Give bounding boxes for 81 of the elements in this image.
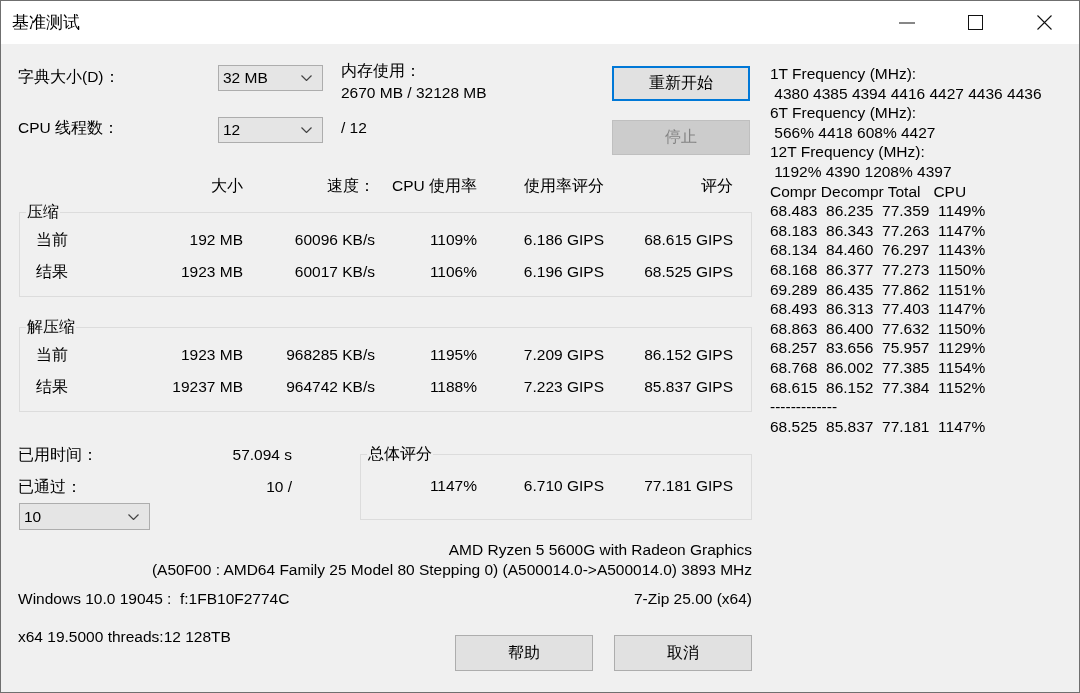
table-cell: 85.837 GIPS <box>644 378 733 396</box>
dictionary-size-label: 字典大小(D)： <box>18 67 120 87</box>
table-cell: 1109% <box>429 231 477 249</box>
table-cell: 1923 MB <box>180 263 243 281</box>
table-cell: 19237 MB <box>172 378 243 396</box>
column-header: 评分 <box>701 176 733 196</box>
log-line: 68.168 86.377 77.273 1150% <box>770 259 986 280</box>
log-line: 1T Frequency (MHz): <box>770 64 917 84</box>
column-header: 使用率评分 <box>524 176 604 196</box>
table-cell: 6.196 GIPS <box>523 263 604 281</box>
log-line: 68.615 86.152 77.384 1152% <box>770 377 986 398</box>
table-cell: 1188% <box>429 378 477 396</box>
chevron-down-icon <box>301 127 312 133</box>
version-text: 7-Zip 25.00 (x64) <box>633 589 752 609</box>
log-line: 68.863 86.400 77.632 1150% <box>770 318 986 339</box>
elapsed-time-value: 57.094 s <box>232 446 292 464</box>
log-line: 68.134 84.460 76.297 1143% <box>770 240 986 260</box>
cancel-button[interactable]: 取消 <box>614 635 752 671</box>
table-cell: 86.152 GIPS <box>644 346 733 364</box>
maximize-icon <box>968 15 983 30</box>
cpu-info-text: (A50F00 : AMD64 Family 25 Model 80 Stepping 0) (A500014.0->A500014.0) 3893 MHz <box>151 560 752 580</box>
passes-value: 10 / <box>266 478 292 496</box>
close-icon <box>1037 15 1052 30</box>
log-line: 12T Frequency (MHz): <box>770 142 925 162</box>
thread-count-text: / 12 <box>341 118 367 138</box>
help-button[interactable]: 帮助 <box>455 635 593 671</box>
group-title: 解压缩 <box>26 317 76 337</box>
table-cell: 7.223 GIPS <box>523 378 604 396</box>
log-line: 6T Frequency (MHz): <box>770 103 917 123</box>
memory-usage-value: 2670 MB / 32128 MB <box>341 83 487 103</box>
table-cell: 68.525 GIPS <box>644 263 733 281</box>
os-info-text: Windows 10.0 19045 : f:1FB10F2774C <box>18 589 290 609</box>
group-title: 总体评分 <box>367 444 433 464</box>
table-cell: 1923 MB <box>180 346 243 364</box>
log-line: 68.257 83.656 75.957 1129% <box>770 338 986 358</box>
log-line: 68.483 86.235 77.359 1149% <box>770 201 986 221</box>
log-line: 1192% 4390 1208% 4397 <box>773 161 952 182</box>
row-label: 结果 <box>35 261 68 282</box>
cpu-threads-label: CPU 线程数： <box>18 118 120 138</box>
log-line: 68.525 85.837 77.181 1147% <box>770 416 986 437</box>
column-header: CPU 使用率 <box>391 176 477 196</box>
table-cell: 68.615 GIPS <box>644 231 733 249</box>
row-label: 结果 <box>35 376 68 397</box>
table-cell: 968285 KB/s <box>286 346 375 364</box>
log-line: 69.289 86.435 77.862 1151% <box>770 279 986 300</box>
minimize-icon <box>898 21 915 24</box>
table-cell: 77.181 GIPS <box>644 477 733 495</box>
log-line: 68.493 86.313 77.403 1147% <box>770 299 986 319</box>
chevron-down-icon <box>128 513 139 520</box>
restart-button[interactable]: 重新开始 <box>612 66 750 101</box>
table-cell: 1106% <box>429 263 477 281</box>
log-line: 4380 4385 4394 4416 4427 4436 4436 <box>773 83 1042 104</box>
cpu-info-text: AMD Ryzen 5 5600G with Radeon Graphics <box>448 540 752 560</box>
log-line: Compr Decompr Total CPU <box>770 181 967 202</box>
table-cell: 60017 KB/s <box>294 263 375 281</box>
column-header: 大小 <box>211 176 243 196</box>
table-cell: 6.186 GIPS <box>523 231 604 249</box>
table-cell: 192 MB <box>189 231 243 249</box>
table-cell: 7.209 GIPS <box>523 346 604 364</box>
dictionary-size-dropdown[interactable]: 32 MB <box>218 65 323 91</box>
memory-usage-label: 内存使用： <box>341 61 421 81</box>
elapsed-time-label: 已用时间： <box>18 444 98 465</box>
passes-label: 已通过： <box>18 476 82 497</box>
chevron-down-icon <box>301 75 312 81</box>
table-cell: 964742 KB/s <box>286 378 375 396</box>
build-info-text: x64 19.5000 threads:12 128TB <box>18 627 231 647</box>
log-line: ------------- <box>770 397 838 417</box>
window-title: 基准测试 <box>12 12 80 34</box>
passes-dropdown[interactable]: 10 <box>19 503 150 530</box>
row-label: 当前 <box>35 229 68 250</box>
table-cell: 1147% <box>429 477 477 495</box>
log-line: 566% 4418 608% 4427 <box>773 122 936 143</box>
log-line: 68.768 86.002 77.385 1154% <box>770 357 986 378</box>
cpu-threads-dropdown[interactable]: 12 <box>218 117 323 143</box>
table-cell: 1195% <box>429 346 477 364</box>
table-cell: 6.710 GIPS <box>523 477 604 495</box>
log-line: 68.183 86.343 77.263 1147% <box>770 220 986 241</box>
group-title: 压缩 <box>26 202 60 222</box>
column-header: 速度： <box>327 176 375 196</box>
row-label: 当前 <box>35 344 68 365</box>
table-cell: 60096 KB/s <box>294 231 375 249</box>
